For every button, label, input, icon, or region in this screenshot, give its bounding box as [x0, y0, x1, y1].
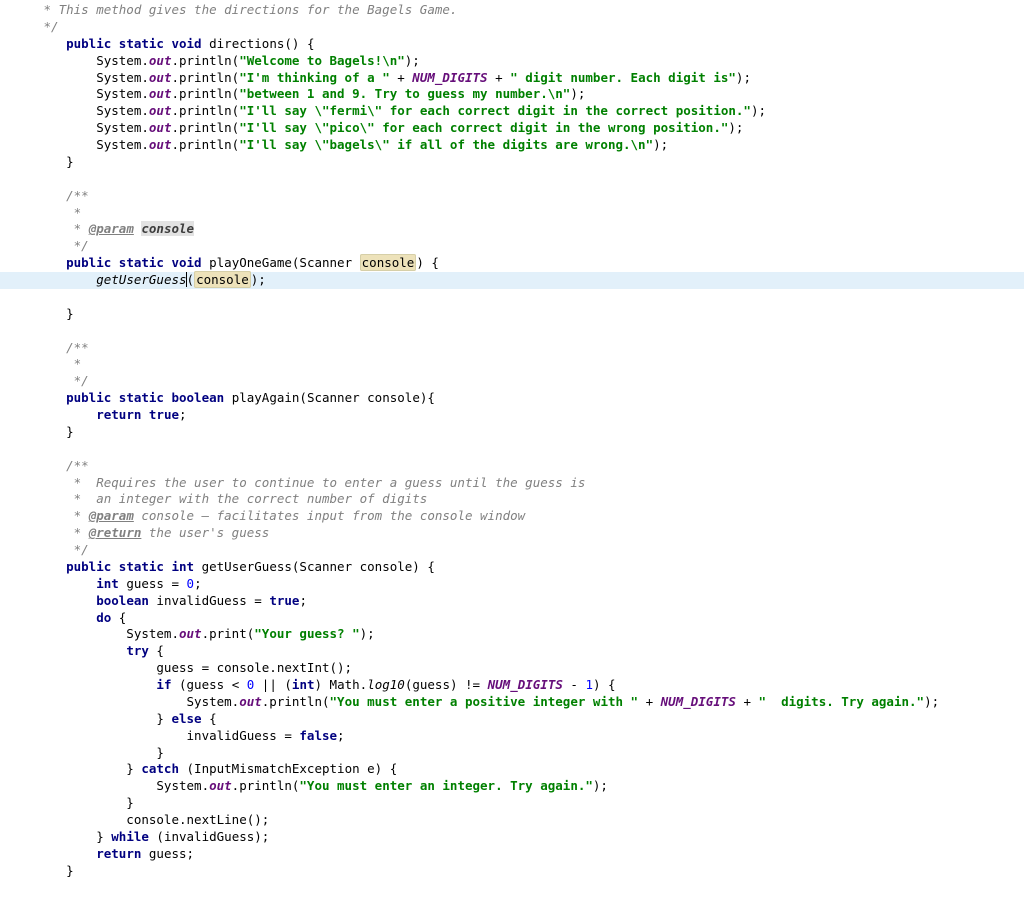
code-line[interactable]: System.out.println("I'll say \"pico\" fo…	[0, 120, 1024, 137]
code-line[interactable]: System.out.println("between 1 and 9. Try…	[0, 86, 1024, 103]
code-line[interactable]: }	[0, 795, 1024, 812]
code-line[interactable]: } catch (InputMismatchException e) {	[0, 761, 1024, 778]
code-line[interactable]: * @return the user's guess	[0, 525, 1024, 542]
code-line[interactable]: getUserGuess(console);	[0, 272, 1024, 289]
code-line[interactable]: try {	[0, 643, 1024, 660]
code-line[interactable]: */	[0, 542, 1024, 559]
code-line[interactable]: guess = console.nextInt();	[0, 660, 1024, 677]
code-line[interactable]: public static void playOneGame(Scanner c…	[0, 255, 1024, 272]
code-line[interactable]: System.out.println("Welcome to Bagels!\n…	[0, 53, 1024, 70]
code-line[interactable]: }	[0, 306, 1024, 323]
code-line[interactable]: return guess;	[0, 846, 1024, 863]
arg-highlight: console	[194, 271, 251, 288]
doc-comment: * This method gives the directions for t…	[36, 2, 457, 17]
code-line[interactable]: */	[0, 238, 1024, 255]
code-line[interactable]: invalidGuess = false;	[0, 728, 1024, 745]
code-line[interactable]: boolean invalidGuess = true;	[0, 593, 1024, 610]
code-line[interactable]: do {	[0, 610, 1024, 627]
code-line[interactable]: }	[0, 424, 1024, 441]
code-line[interactable]: * an integer with the correct number of …	[0, 491, 1024, 508]
code-line[interactable]: /**	[0, 340, 1024, 357]
code-line[interactable]: * This method gives the directions for t…	[0, 2, 1024, 19]
code-line[interactable]: * @param console – facilitates input fro…	[0, 508, 1024, 525]
code-line[interactable]	[0, 171, 1024, 188]
code-line[interactable]: System.out.println("I'll say \"bagels\" …	[0, 137, 1024, 154]
code-line[interactable]: * @param console	[0, 221, 1024, 238]
code-line[interactable]: }	[0, 863, 1024, 880]
code-line[interactable]: console.nextLine();	[0, 812, 1024, 829]
code-line[interactable]: */	[0, 373, 1024, 390]
method-call: getUserGuess	[96, 272, 186, 287]
param-highlight: console	[360, 254, 417, 271]
code-line[interactable]: System.out.print("Your guess? ");	[0, 626, 1024, 643]
code-line[interactable]: public static boolean playAgain(Scanner …	[0, 390, 1024, 407]
javadoc-param: console	[141, 221, 194, 236]
code-line[interactable]: * Requires the user to continue to enter…	[0, 475, 1024, 492]
code-line[interactable]: *	[0, 356, 1024, 373]
code-line[interactable]: *	[0, 205, 1024, 222]
code-line[interactable]: System.out.println("I'll say \"fermi\" f…	[0, 103, 1024, 120]
code-line[interactable]: int guess = 0;	[0, 576, 1024, 593]
code-editor[interactable]: * This method gives the directions for t…	[0, 0, 1024, 920]
code-line[interactable]: }	[0, 154, 1024, 171]
code-line[interactable]: public static int getUserGuess(Scanner c…	[0, 559, 1024, 576]
code-line[interactable]: System.out.println("You must enter an in…	[0, 778, 1024, 795]
code-line[interactable]: } else {	[0, 711, 1024, 728]
code-line[interactable]: System.out.println("I'm thinking of a " …	[0, 70, 1024, 87]
code-line[interactable]: */	[0, 19, 1024, 36]
doc-comment: */	[36, 19, 59, 34]
code-line[interactable]: } while (invalidGuess);	[0, 829, 1024, 846]
code-line[interactable]: public static void directions() {	[0, 36, 1024, 53]
code-line[interactable]	[0, 323, 1024, 340]
code-line[interactable]	[0, 441, 1024, 458]
code-line[interactable]: if (guess < 0 || (int) Math.log10(guess)…	[0, 677, 1024, 694]
code-line[interactable]: System.out.println("You must enter a pos…	[0, 694, 1024, 711]
code-line[interactable]: }	[0, 745, 1024, 762]
code-line[interactable]: /**	[0, 458, 1024, 475]
code-line[interactable]	[0, 289, 1024, 306]
code-line[interactable]: /**	[0, 188, 1024, 205]
code-line[interactable]: return true;	[0, 407, 1024, 424]
